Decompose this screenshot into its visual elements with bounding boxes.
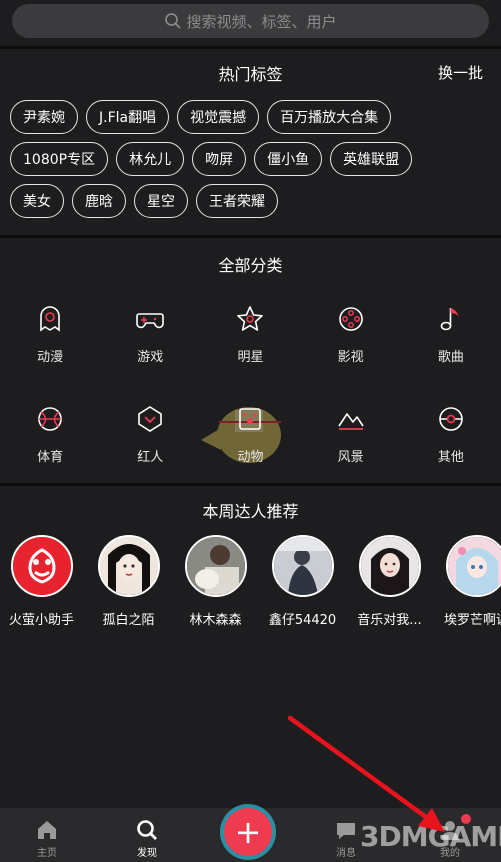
category-influencers[interactable]: 红人	[100, 390, 200, 490]
avatar[interactable]	[271, 535, 334, 597]
heart-shield-icon	[138, 406, 163, 432]
tab-label: 发现	[137, 848, 157, 859]
tag[interactable]: 林允儿	[116, 142, 185, 176]
star-icon	[237, 306, 264, 331]
tag[interactable]: 视觉震撼	[177, 100, 260, 134]
mountain-icon	[337, 413, 364, 430]
category-label: 歌曲	[437, 350, 464, 365]
category-stars[interactable]: 明星	[200, 290, 300, 390]
avatar-image	[186, 537, 245, 595]
tag-row: 美女 鹿晗 星空 王者荣耀	[10, 184, 490, 218]
hot-tags-title: 热门标签	[218, 65, 283, 84]
user-name: 音乐对我...	[357, 613, 422, 628]
category-label: 红人	[137, 450, 164, 465]
pokeball-icon	[439, 407, 463, 431]
home-icon	[38, 821, 56, 839]
tag[interactable]: 吻屏	[192, 142, 247, 176]
divider	[0, 483, 501, 486]
tag[interactable]: 星空	[134, 184, 188, 218]
tag[interactable]: J.Fla翻唱	[86, 100, 170, 134]
paw-icon	[239, 408, 262, 430]
avatar-image	[273, 537, 332, 595]
film-reel-icon	[338, 307, 363, 331]
category-film[interactable]: 影视	[301, 290, 401, 390]
divider	[0, 46, 501, 49]
user-card[interactable]: 鑫仔54420	[259, 535, 346, 635]
category-sports[interactable]: 体育	[0, 390, 100, 490]
tag[interactable]: 百万播放大合集	[267, 100, 392, 134]
tab-label: 消息	[336, 848, 356, 859]
user-name: 鑫仔54420	[268, 613, 337, 628]
user-name: 埃罗芒啊课	[443, 613, 501, 628]
watermark-text: 3DMGAME	[360, 820, 501, 853]
category-row: 动漫 游戏 明星 影视 歌曲	[0, 290, 501, 390]
category-label: 动漫	[37, 350, 64, 365]
avatar[interactable]	[358, 535, 421, 597]
basketball-icon	[38, 407, 62, 431]
categories-title: 全部分类	[218, 256, 283, 275]
user-name: 火萤小助手	[8, 613, 74, 628]
avatar-image	[360, 537, 419, 595]
category-label: 明星	[237, 350, 264, 365]
tag[interactable]: 英雄联盟	[330, 142, 413, 176]
tag[interactable]: 鹿晗	[72, 184, 126, 218]
category-label: 游戏	[137, 350, 164, 365]
tab-discover[interactable]: 发现	[112, 808, 182, 862]
music-note-icon	[440, 308, 459, 331]
gamepad-icon	[136, 313, 165, 329]
search-placeholder: 搜索视频、标签、用户	[186, 12, 337, 31]
user-card[interactable]: 火萤小助手	[0, 535, 85, 635]
hot-tags-list: 尹素婉 J.Fla翻唱 视觉震撼 百万播放大合集 1080P专区 林允儿 吻屏 …	[10, 100, 490, 226]
firefly-logo-icon	[12, 537, 71, 595]
category-scenery[interactable]: 风景	[301, 390, 401, 490]
tag[interactable]: 王者荣耀	[196, 184, 278, 218]
user-card[interactable]: 孤白之陌	[85, 535, 172, 635]
user-name: 孤白之陌	[102, 613, 155, 628]
divider	[0, 235, 501, 238]
search-header: 搜索视频、标签、用户	[0, 0, 501, 46]
add-video-button[interactable]: +	[224, 808, 272, 856]
avatar[interactable]	[184, 535, 247, 597]
tab-label: 主页	[37, 848, 57, 859]
avatar[interactable]	[445, 535, 501, 597]
avatar-image	[99, 537, 158, 595]
category-music[interactable]: 歌曲	[401, 290, 501, 390]
category-anime[interactable]: 动漫	[0, 290, 100, 390]
refresh-tags-button[interactable]: 换一批	[438, 62, 483, 83]
user-card[interactable]: 埃罗芒啊课	[433, 535, 501, 635]
user-name: 林木森森	[189, 613, 242, 628]
tag-row: 尹素婉 J.Fla翻唱 视觉震撼 百万播放大合集	[10, 100, 490, 134]
category-label: 动物	[237, 450, 264, 465]
recommended-users-list: 火萤小助手 孤白之陌 林木森森 鑫仔54420 音乐对我... 埃罗芒啊	[0, 535, 501, 635]
tag[interactable]: 僵小鱼	[254, 142, 323, 176]
category-row: 体育 红人 动物 风景 其他	[0, 390, 501, 490]
search-icon	[165, 13, 182, 29]
category-label: 影视	[337, 350, 364, 365]
ghost-icon	[40, 306, 60, 332]
category-label: 其他	[437, 450, 464, 465]
message-icon	[337, 823, 355, 839]
user-card[interactable]: 林木森森	[172, 535, 259, 635]
avatar[interactable]	[10, 535, 73, 597]
user-card[interactable]: 音乐对我...	[346, 535, 433, 635]
tag-row: 1080P专区 林允儿 吻屏 僵小鱼 英雄联盟	[10, 142, 490, 176]
tag[interactable]: 1080P专区	[10, 142, 109, 176]
category-games[interactable]: 游戏	[100, 290, 200, 390]
category-animals[interactable]: 动物	[200, 390, 300, 490]
avatar-image	[447, 537, 501, 595]
avatar[interactable]	[97, 535, 160, 597]
category-label: 体育	[37, 450, 64, 465]
tag[interactable]: 美女	[10, 184, 64, 218]
category-other[interactable]: 其他	[401, 390, 501, 490]
category-label: 风景	[337, 450, 364, 465]
category-grid: 动漫 游戏 明星 影视 歌曲 体育 红人 动物 风景 其他	[0, 290, 501, 490]
recommended-title: 本周达人推荐	[202, 502, 299, 521]
tab-home[interactable]: 主页	[12, 808, 82, 862]
tag[interactable]: 尹素婉	[10, 100, 78, 134]
search-input[interactable]: 搜索视频、标签、用户	[12, 4, 489, 38]
search-icon	[137, 820, 157, 840]
